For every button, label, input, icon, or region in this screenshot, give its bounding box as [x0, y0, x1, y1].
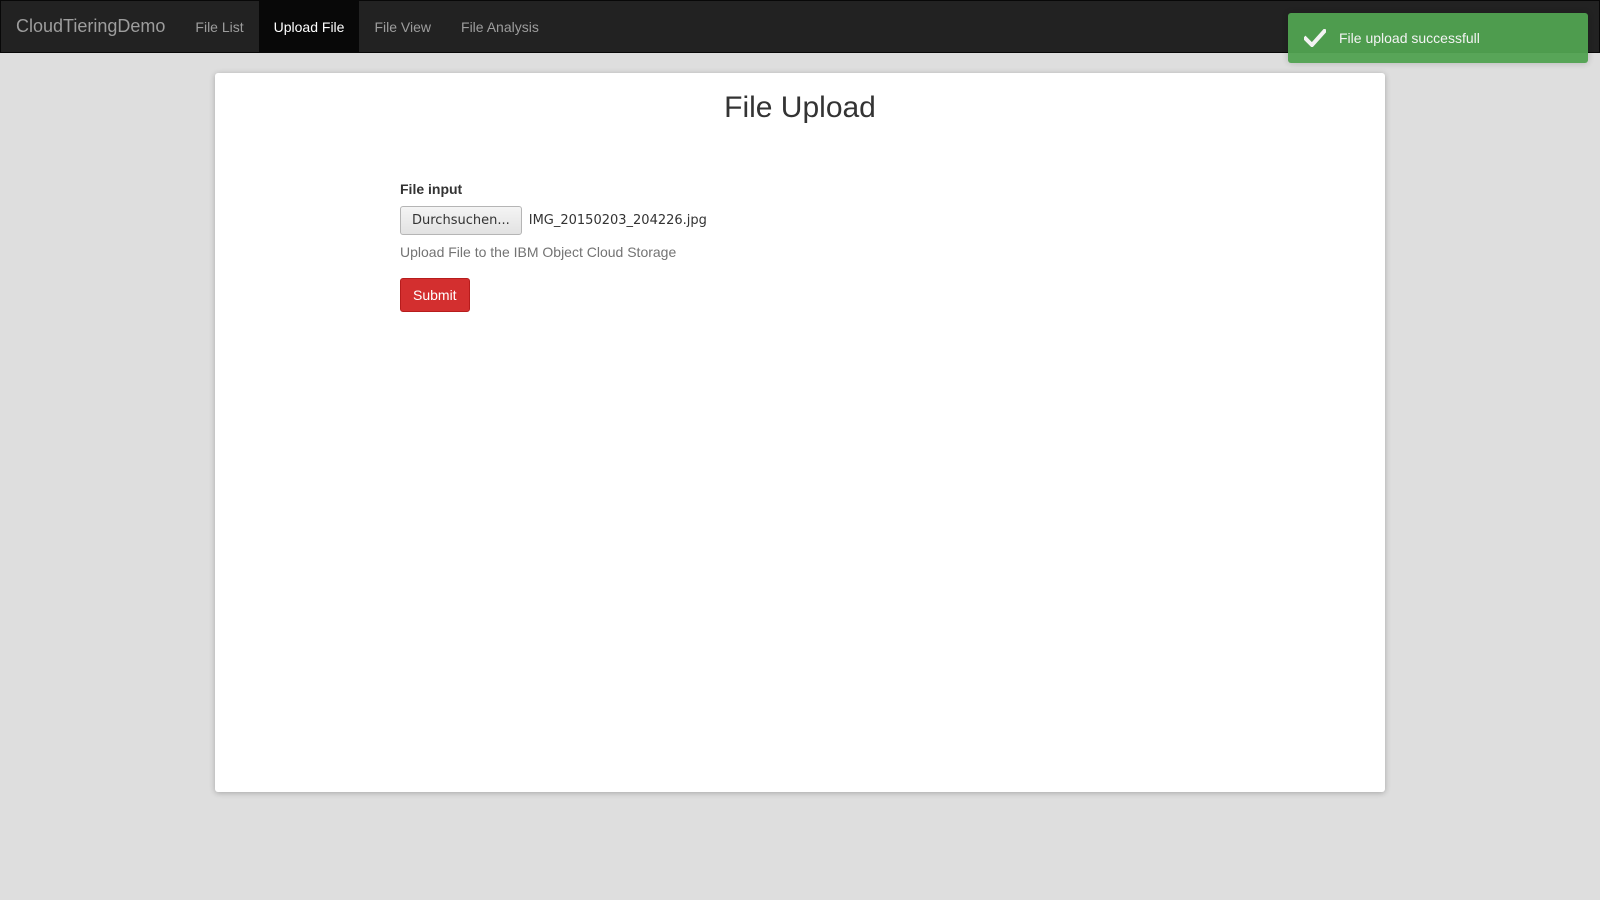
success-toast[interactable]: File upload successfull — [1288, 13, 1588, 63]
browse-button[interactable]: Durchsuchen... — [400, 205, 522, 235]
page-title: File Upload — [724, 91, 876, 124]
file-input-label: File input — [400, 181, 463, 197]
nav-item-file-analysis[interactable]: File Analysis — [446, 1, 554, 52]
submit-button[interactable]: Submit — [400, 278, 470, 312]
nav-item-upload-file[interactable]: Upload File — [258, 1, 360, 52]
nav-item-file-list[interactable]: File List — [180, 1, 258, 52]
file-input[interactable]: Durchsuchen... IMG_20150203_204226.jpg — [400, 205, 1000, 235]
brand-link[interactable]: CloudTieringDemo — [1, 1, 180, 52]
selected-file-name: IMG_20150203_204226.jpg — [528, 212, 707, 228]
toast-message: File upload successfull — [1339, 30, 1480, 46]
checkmark-icon — [1304, 27, 1326, 49]
upload-form: File input Durchsuchen... IMG_20150203_2… — [400, 181, 1000, 312]
nav-item-file-view[interactable]: File View — [359, 1, 446, 52]
nav-list: File List Upload File File View File Ana… — [180, 1, 553, 52]
main-panel: File Upload File input Durchsuchen... IM… — [215, 73, 1385, 792]
help-text: Upload File to the IBM Object Cloud Stor… — [400, 244, 677, 260]
